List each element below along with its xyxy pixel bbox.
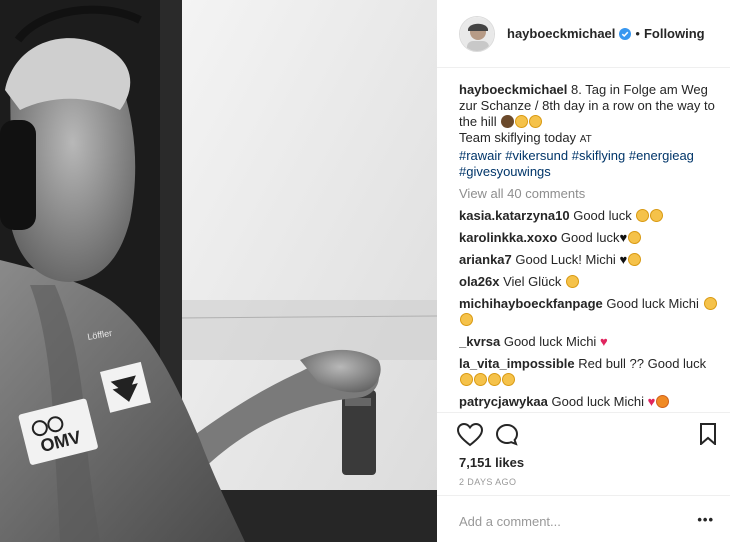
comment-username-link[interactable]: kasia.katarzyna10 xyxy=(459,208,570,223)
hashtag-skiflying[interactable]: #skiflying xyxy=(572,148,625,163)
hashtag-rawair[interactable]: #rawair xyxy=(459,148,502,163)
caption-flag-at: AT xyxy=(579,134,592,145)
smile-emoji-icon xyxy=(529,115,543,128)
thumbs-emoji-icon xyxy=(474,373,487,386)
comment-username-link[interactable]: _kvrsa xyxy=(459,334,500,349)
muscle-emoji-icon xyxy=(628,231,642,244)
instagram-post: OMV Löffler hayboeckmichael • Following … xyxy=(0,0,730,542)
comment-text: Good luck Michi xyxy=(503,334,597,349)
add-comment-bar: Add a comment... ••• xyxy=(437,495,730,542)
smile-emoji-icon xyxy=(650,209,664,222)
bookmark-icon[interactable] xyxy=(699,423,717,445)
view-all-comments-link[interactable]: View all 40 comments xyxy=(459,186,721,202)
header-username-link[interactable]: hayboeckmichael xyxy=(507,26,615,41)
caption-line2: Team skiflying today xyxy=(459,130,577,145)
comment-username-link[interactable]: karolinkka.xoxo xyxy=(459,230,557,245)
comment-text: Good luck Michi xyxy=(606,296,699,311)
hashtag-givesyouwings[interactable]: #givesyouwings xyxy=(459,164,551,179)
action-icons xyxy=(457,423,719,449)
comment-text: Good luck xyxy=(560,230,620,245)
comment-row: la_vita_impossible Red bull ?? Good luck xyxy=(459,356,721,388)
comment-username-link[interactable]: la_vita_impossible xyxy=(459,356,575,371)
verified-badge-icon xyxy=(619,27,632,40)
monkey-emoji-icon xyxy=(501,115,515,128)
grin-emoji-icon xyxy=(515,115,529,128)
comment-row: kasia.katarzyna10 Good luck xyxy=(459,208,721,224)
black-heart-icon: ♥ xyxy=(619,230,628,245)
thumbs-emoji-icon xyxy=(502,373,515,386)
comment-text: Viel Glück xyxy=(503,274,562,289)
comment-row: michihayboeckfanpage Good luck Michi xyxy=(459,296,721,328)
hashtag-energieag[interactable]: #energieag xyxy=(629,148,694,163)
comment-username-link[interactable]: arianka7 xyxy=(459,252,512,267)
header-separator: • xyxy=(635,26,640,41)
comment-text: Good luck Michi xyxy=(551,394,645,409)
thumbs-emoji-icon xyxy=(460,313,473,326)
comment-username-link[interactable]: patrycjawykaa xyxy=(459,394,548,409)
hashtag-vikersund[interactable]: #vikersund xyxy=(505,148,568,163)
comment-username-link[interactable]: michihayboeckfanpage xyxy=(459,296,603,311)
red-heart-icon: ♥ xyxy=(647,394,656,409)
more-options-icon[interactable]: ••• xyxy=(697,512,714,527)
comment-row: patrycjawykaa Good luck Michi ♥ xyxy=(459,394,721,410)
post-header: hayboeckmichael • Following xyxy=(437,0,730,68)
wink-emoji-icon xyxy=(628,253,642,266)
comment-username-link[interactable]: ola26x xyxy=(459,274,499,289)
black-heart-icon: ♥ xyxy=(619,252,628,267)
comment-row: _kvrsa Good luck Michi ♥ xyxy=(459,334,721,350)
post-photo[interactable]: OMV Löffler xyxy=(0,0,437,542)
comment-row: arianka7 Good Luck! Michi ♥ xyxy=(459,252,721,268)
comment-text: Red bull ?? Good luck xyxy=(578,356,707,371)
actions-section: 7,151 likes 2 DAYS AGO Add a comment... … xyxy=(437,412,730,532)
red-heart-icon: ♥ xyxy=(599,334,608,349)
comment-row: karolinkka.xoxo Good luck♥ xyxy=(459,230,721,246)
likes-count[interactable]: 7,151 likes xyxy=(459,455,524,470)
thumbs-emoji-icon xyxy=(460,373,473,386)
thumbs-emoji-icon xyxy=(636,209,650,222)
thumbs-emoji-icon xyxy=(703,297,717,310)
comments-list: hayboeckmichael 8. Tag in Folge am Weg z… xyxy=(459,82,721,412)
comment-row: ola26x Viel Glück xyxy=(459,274,721,290)
add-comment-input[interactable]: Add a comment... xyxy=(459,514,561,529)
avatar[interactable] xyxy=(459,15,495,52)
following-button[interactable]: Following xyxy=(644,26,705,41)
post-timestamp: 2 DAYS AGO xyxy=(459,477,517,487)
like-heart-icon[interactable] xyxy=(457,423,483,447)
fire-emoji-icon xyxy=(656,395,670,408)
photo-illustration: OMV Löffler xyxy=(0,0,437,542)
comment-bubble-icon[interactable] xyxy=(495,423,519,447)
comment-text: Good Luck! Michi xyxy=(515,252,616,267)
post-side-panel: hayboeckmichael • Following hayboeckmich… xyxy=(437,0,730,542)
caption-username-link[interactable]: hayboeckmichael xyxy=(459,82,567,97)
caption: hayboeckmichael 8. Tag in Folge am Weg z… xyxy=(459,82,721,180)
clover-emoji-icon xyxy=(566,275,580,288)
thumbs-emoji-icon xyxy=(488,373,501,386)
comment-text: Good luck xyxy=(573,208,632,223)
